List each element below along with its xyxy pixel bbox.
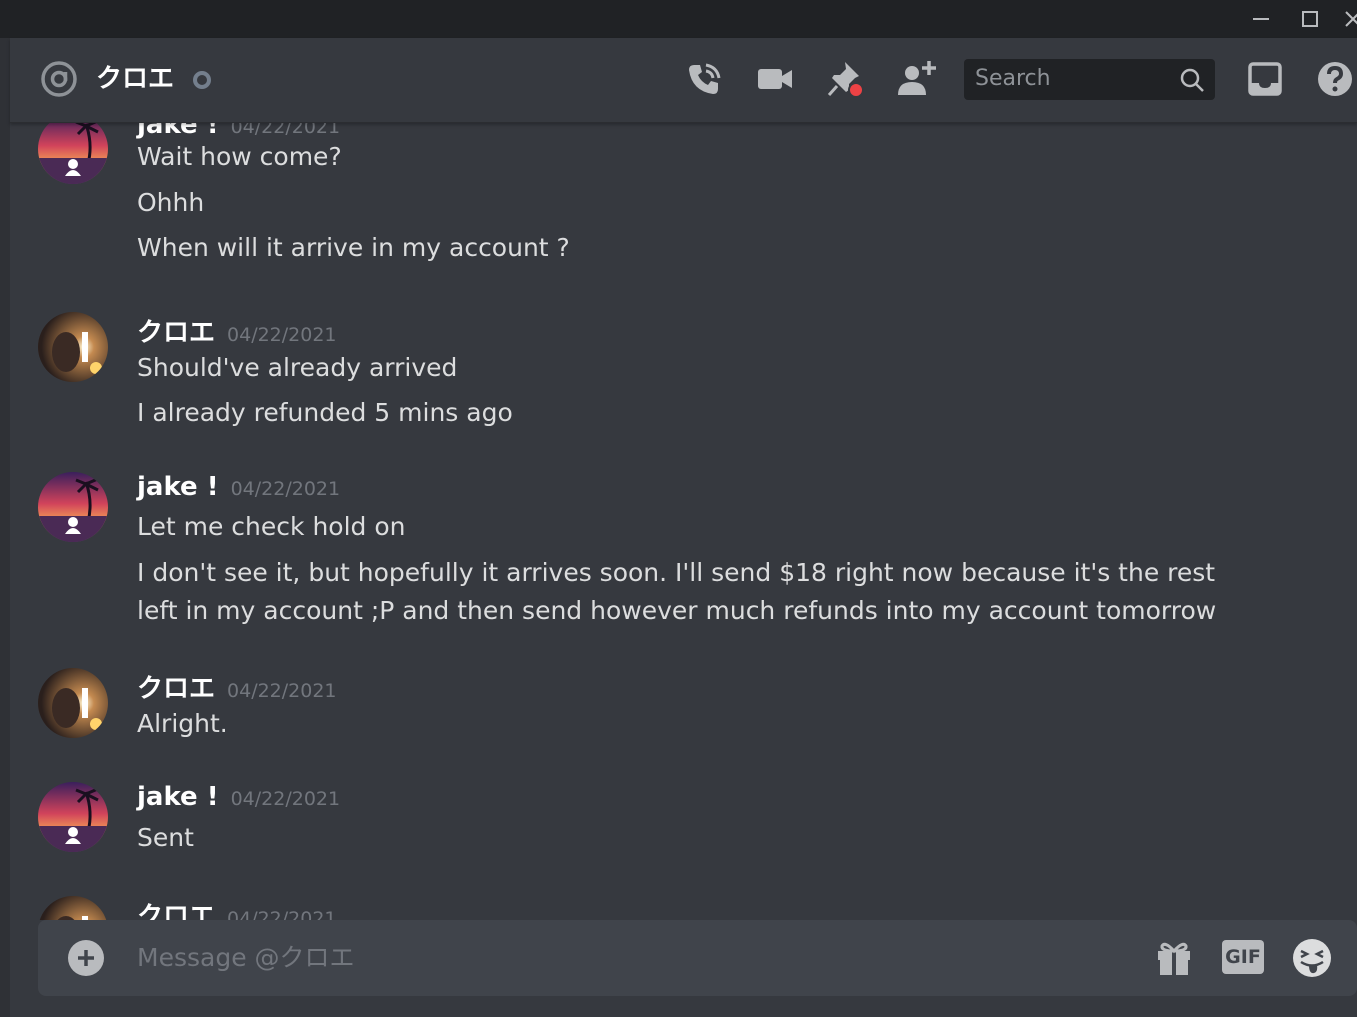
message-author[interactable]: jake ! [137, 472, 219, 502]
message-timestamp: 04/22/2021 [227, 324, 337, 346]
avatar[interactable] [38, 896, 108, 920]
video-icon [758, 69, 792, 89]
inbox-icon [1248, 62, 1282, 96]
add-friends-to-dm-button[interactable] [896, 59, 936, 99]
message-timestamp: 04/22/2021 [230, 478, 341, 500]
close-button[interactable] [1330, 0, 1357, 38]
avatar[interactable] [38, 472, 108, 542]
pin-icon [827, 62, 864, 98]
inbox-button[interactable] [1245, 59, 1285, 99]
avatar[interactable] [38, 782, 108, 852]
message-text: Should've already arrived [137, 353, 458, 382]
at-icon [41, 61, 77, 97]
minimize-icon [1253, 18, 1269, 20]
message-input-placeholder[interactable]: Message @クロエ [137, 940, 355, 976]
help-button[interactable] [1315, 59, 1355, 99]
search-placeholder: Search [975, 66, 1051, 91]
pinned-messages-button[interactable] [825, 59, 865, 99]
help-icon [1318, 62, 1352, 96]
start-voice-call-button[interactable] [684, 59, 724, 99]
maximize-button[interactable] [1287, 0, 1333, 38]
upload-button[interactable] [68, 940, 104, 976]
close-icon [1345, 11, 1357, 27]
message-composer[interactable]: Message @クロエ GIF [38, 920, 1357, 996]
message-timestamp: 04/22/2021 [230, 122, 341, 138]
message-timestamp: 04/22/2021 [227, 908, 337, 920]
call-icon [689, 63, 721, 94]
minimize-button[interactable] [1238, 0, 1284, 38]
channel-header: クロエ Search [10, 38, 1357, 123]
message-text: When will it arrive in my account ? [137, 233, 570, 262]
message-text: Wait how come? [137, 142, 342, 171]
window-titlebar [0, 0, 1357, 38]
message-text: Ohhh [137, 188, 205, 217]
message-timestamp: 04/22/2021 [230, 788, 341, 810]
gift-icon [1158, 942, 1190, 975]
message-list[interactable]: jake ! 04/22/2021 Wait how come? Ohhh Whe… [10, 122, 1357, 920]
dm-name: クロエ [96, 64, 175, 94]
avatar[interactable] [38, 122, 108, 184]
message-text: Sent [137, 823, 194, 852]
gif-button[interactable]: GIF [1222, 940, 1264, 974]
offline-status-icon [193, 71, 211, 89]
sidebar-edge [0, 38, 10, 1017]
message-text: I don't see it, but hopefully it arrives… [137, 558, 1217, 625]
add-friend-icon [898, 61, 936, 95]
search-box[interactable]: Search [964, 59, 1215, 100]
message-author[interactable]: クロエ [137, 902, 215, 920]
avatar[interactable] [38, 312, 108, 382]
message-author[interactable]: クロエ [137, 674, 215, 704]
plus-icon [78, 950, 94, 966]
gif-icon: GIF [1225, 946, 1261, 968]
message-text: Let me check hold on [137, 512, 406, 541]
message-text: I already refunded 5 mins ago [137, 398, 513, 427]
message-text: Alright. [137, 709, 228, 738]
maximize-icon [1302, 11, 1318, 27]
emoji-button[interactable] [1292, 938, 1332, 978]
message-author[interactable]: クロエ [137, 318, 215, 348]
avatar[interactable] [38, 668, 108, 738]
message-timestamp: 04/22/2021 [227, 680, 337, 702]
start-video-call-button[interactable] [755, 59, 795, 99]
search-icon [1180, 68, 1204, 92]
gift-button[interactable] [1154, 938, 1194, 978]
message-author[interactable]: jake ! [137, 782, 219, 812]
emoji-icon [1293, 939, 1331, 977]
